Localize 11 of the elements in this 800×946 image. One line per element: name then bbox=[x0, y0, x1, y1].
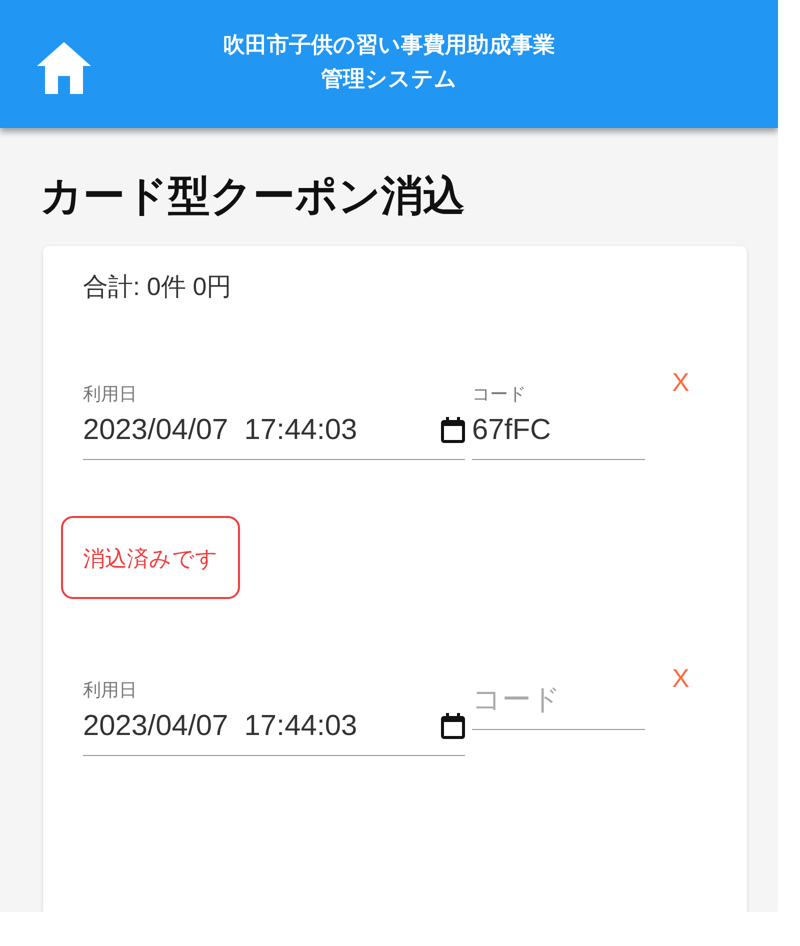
date-field[interactable]: 利用日 2023/04/07 17:44:03 bbox=[83, 381, 465, 460]
page-title: カード型クーポン消込 bbox=[40, 171, 465, 221]
status-message: 消込済みです bbox=[61, 516, 240, 599]
app-title: 管理システム bbox=[321, 65, 457, 93]
total-summary: 合計: 0件 0円 bbox=[83, 272, 232, 303]
home-icon[interactable] bbox=[37, 42, 91, 94]
calendar-icon[interactable] bbox=[441, 713, 465, 739]
app-title: 吹田市子供の習い事費用助成事業 bbox=[223, 31, 555, 59]
calendar-icon[interactable] bbox=[441, 417, 465, 443]
code-field[interactable]: コード 67fFC bbox=[472, 381, 645, 460]
date-field[interactable]: 利用日 2023/04/07 17:44:03 bbox=[83, 677, 465, 756]
